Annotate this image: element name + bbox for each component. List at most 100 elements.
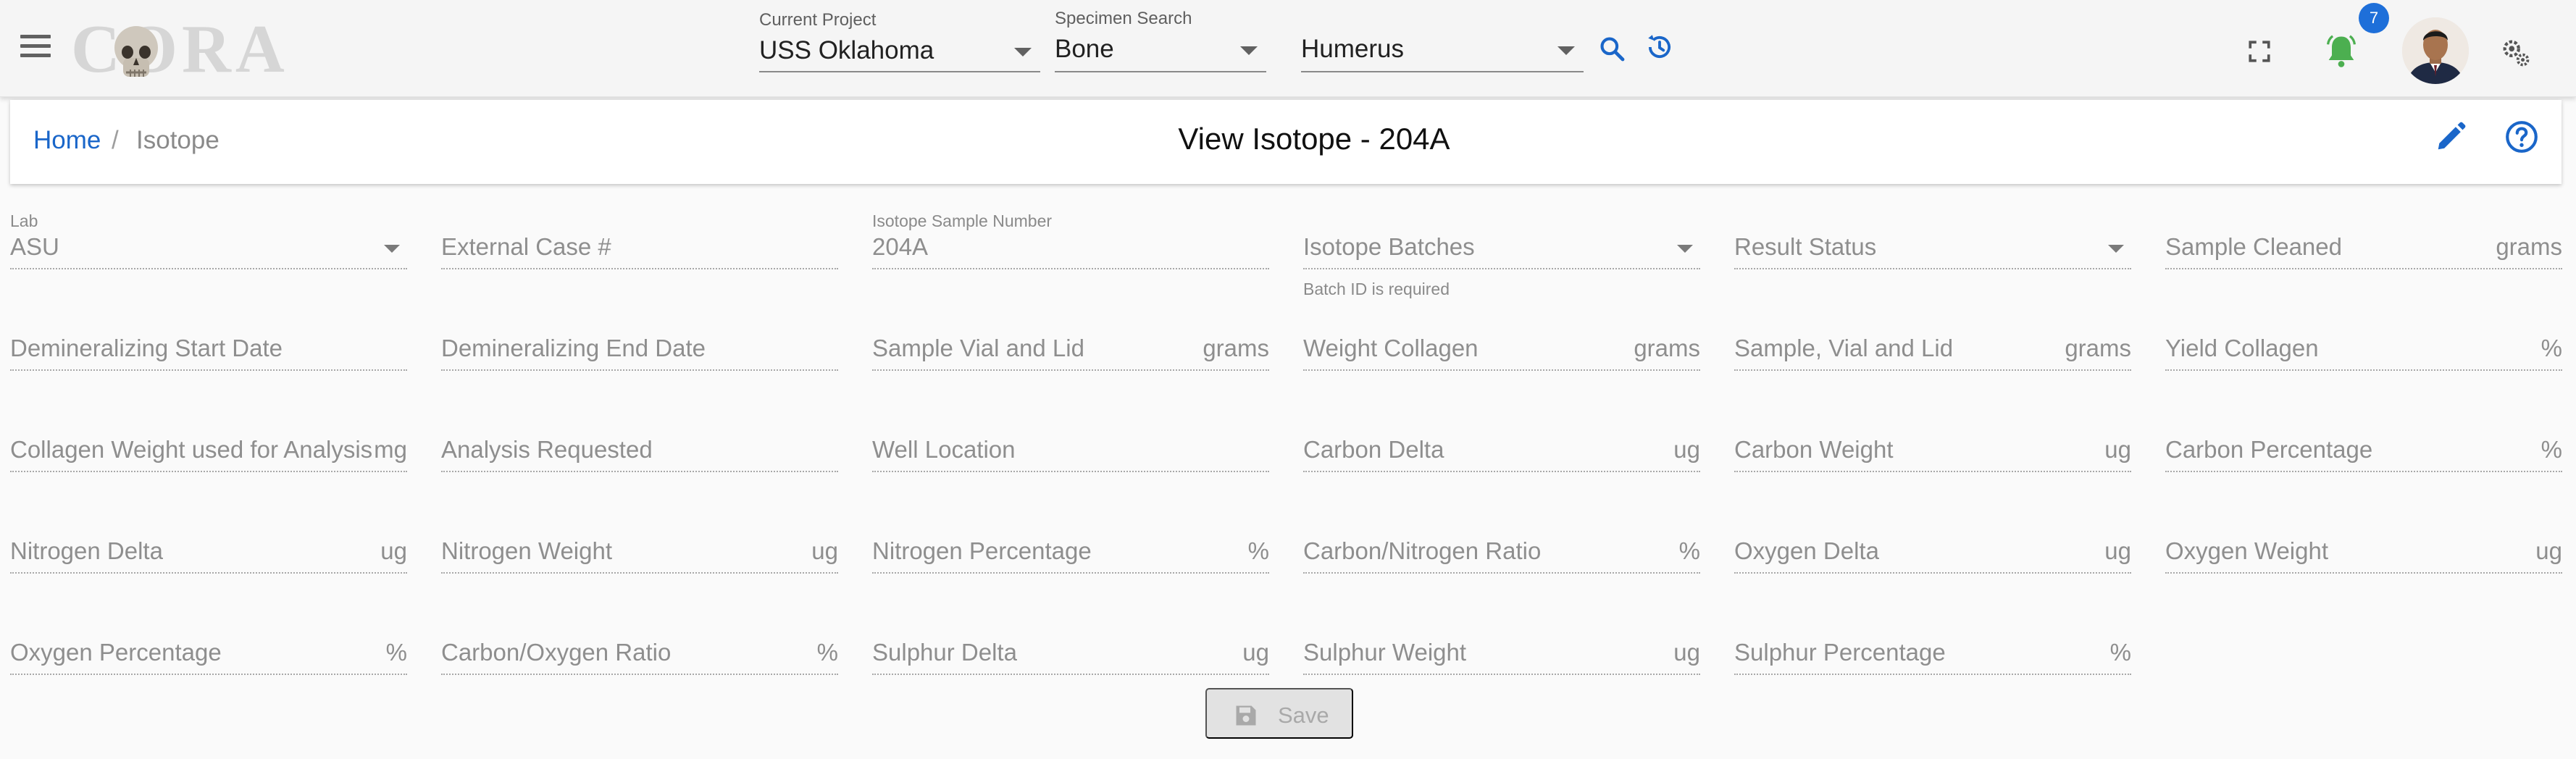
avatar[interactable] <box>2402 17 2469 84</box>
carbon-nitrogen-ratio-field[interactable]: Carbon/Nitrogen Ratio% <box>1303 521 1700 579</box>
sample-vial-and-lid-label: Sample, Vial and Lid <box>1734 335 1954 361</box>
current-project-select[interactable]: Current Project USS Oklahoma <box>759 7 1040 74</box>
collagen-weight-used-for-analysis-underline <box>10 471 407 472</box>
bell-icon[interactable] <box>2322 32 2360 70</box>
oxygen-percentage-underline <box>10 674 407 675</box>
sample-vial-and-lid-label: Sample Vial and Lid <box>872 335 1084 361</box>
sulphur-weight-field[interactable]: Sulphur Weight ug <box>1303 623 1700 681</box>
analysis-requested-underline <box>441 471 838 472</box>
current-project-label: Current Project <box>759 10 877 30</box>
chevron-down-icon <box>1240 46 1258 55</box>
sample-vial-and-lid-unit: grams <box>1203 335 1269 361</box>
nitrogen-percentage-unit: % <box>1247 537 1269 564</box>
weight-collagen-field[interactable]: Weight Collagen grams <box>1303 319 1700 377</box>
carbon-weight-field[interactable]: Carbon Weight ug <box>1734 420 2131 478</box>
collagen-weight-used-for-analysis-field[interactable]: Collagen Weight used for Analysis mg <box>10 420 407 478</box>
specimen-element-select[interactable]: Humerus <box>1301 7 1584 74</box>
carbon-weight-underline <box>1734 471 2131 472</box>
sulphur-weight-unit: ug <box>1673 639 1700 666</box>
external-case-label: External Case # <box>441 233 611 260</box>
lab-field[interactable]: Lab ASU <box>10 211 407 275</box>
lab-label: Lab <box>10 211 38 230</box>
demineralizing-end-date-field[interactable]: Demineralizing End Date <box>441 319 838 377</box>
carbon-delta-unit: ug <box>1673 436 1700 463</box>
carbon-oxygen-ratio-field[interactable]: Carbon/Oxygen Ratio% <box>441 623 838 681</box>
carbon-oxygen-ratio-underline <box>441 674 838 675</box>
sulphur-percentage-field[interactable]: Sulphur Percentage% <box>1734 623 2131 681</box>
app-logo[interactable]: CORA <box>71 14 285 84</box>
nitrogen-delta-underline <box>10 572 407 574</box>
external-case-field[interactable]: External Case # <box>441 217 838 275</box>
demineralizing-start-date-field[interactable]: Demineralizing Start Date <box>10 319 407 377</box>
chevron-down-icon <box>384 245 400 253</box>
search-icon[interactable] <box>1598 35 1626 62</box>
nitrogen-weight-unit: ug <box>811 537 838 564</box>
specimen-search-label: Specimen Search <box>1055 9 1192 28</box>
sample-cleaned-field[interactable]: Sample Cleaned grams <box>2165 217 2562 275</box>
sample-cleaned-unit: grams <box>2496 233 2562 260</box>
lab-underline <box>10 268 407 269</box>
fullscreen-icon[interactable] <box>2247 39 2272 64</box>
oxygen-weight-field[interactable]: Oxygen Weight ug <box>2165 521 2562 579</box>
isotope-sample-number-field[interactable]: Isotope Sample Number 204A <box>872 211 1269 275</box>
isotope-sample-number-underline <box>872 268 1269 269</box>
carbon-oxygen-ratio-unit: % <box>816 639 838 666</box>
oxygen-weight-label: Oxygen Weight <box>2165 537 2329 564</box>
carbon-nitrogen-ratio-label: Carbon/Nitrogen Ratio <box>1303 537 1542 564</box>
yield-collagen-field[interactable]: Yield Collagen% <box>2165 319 2562 377</box>
nitrogen-delta-label: Nitrogen Delta <box>10 537 163 564</box>
sulphur-delta-underline <box>872 674 1269 675</box>
collagen-weight-used-for-analysis-label: Collagen Weight used for Analysis <box>10 436 373 463</box>
nitrogen-weight-underline <box>441 572 838 574</box>
carbon-percentage-underline <box>2165 471 2562 472</box>
chevron-down-icon <box>2108 245 2124 253</box>
yield-collagen-label: Yield Collagen <box>2165 335 2319 361</box>
analysis-requested-field[interactable]: Analysis Requested <box>441 420 838 478</box>
settings-icon[interactable] <box>2499 36 2533 70</box>
carbon-nitrogen-ratio-unit: % <box>1678 537 1700 564</box>
save-button[interactable]: Save <box>1205 688 1353 739</box>
analysis-requested-label: Analysis Requested <box>441 436 653 463</box>
help-icon[interactable] <box>2504 119 2540 155</box>
oxygen-percentage-field[interactable]: Oxygen Percentage% <box>10 623 407 681</box>
lab-value: ASU <box>10 233 59 260</box>
chevron-down-icon <box>1014 48 1032 56</box>
result-status-label: Result Status <box>1734 233 1877 260</box>
oxygen-delta-field[interactable]: Oxygen Delta ug <box>1734 521 2131 579</box>
skull-icon <box>114 26 158 77</box>
notification-badge: 7 <box>2359 3 2389 33</box>
specimen-type-select[interactable]: Specimen Search Bone <box>1055 7 1266 74</box>
oxygen-weight-unit: ug <box>2535 537 2562 564</box>
specimen-element-value: Humerus <box>1301 35 1404 63</box>
sulphur-delta-label: Sulphur Delta <box>872 639 1017 666</box>
nitrogen-percentage-field[interactable]: Nitrogen Percentage% <box>872 521 1269 579</box>
sample-vial-and-lid-underline <box>1734 369 2131 371</box>
nitrogen-weight-field[interactable]: Nitrogen Weight ug <box>441 521 838 579</box>
well-location-field[interactable]: Well Location <box>872 420 1269 478</box>
nitrogen-delta-field[interactable]: Nitrogen Delta ug <box>10 521 407 579</box>
carbon-delta-field[interactable]: Carbon Delta ug <box>1303 420 1700 478</box>
result-status-field[interactable]: Result Status <box>1734 217 2131 275</box>
sulphur-delta-unit: ug <box>1242 639 1269 666</box>
weight-collagen-underline <box>1303 369 1700 371</box>
current-project-value: USS Oklahoma <box>759 36 934 64</box>
isotope-batches-field[interactable]: Isotope Batches Batch ID is required <box>1303 217 1700 298</box>
collagen-weight-used-for-analysis-unit: mg <box>374 436 407 463</box>
oxygen-weight-underline <box>2165 572 2562 574</box>
carbon-percentage-field[interactable]: Carbon Percentage% <box>2165 420 2562 478</box>
oxygen-percentage-unit: % <box>385 639 407 666</box>
edit-icon[interactable] <box>2434 120 2467 154</box>
sample-vial-and-lid-field[interactable]: Sample Vial and Lid grams <box>872 319 1269 377</box>
nitrogen-percentage-label: Nitrogen Percentage <box>872 537 1092 564</box>
carbon-delta-label: Carbon Delta <box>1303 436 1444 463</box>
sample-vial-and-lid-field[interactable]: Sample, Vial and Lid grams <box>1734 319 2131 377</box>
history-icon[interactable] <box>1644 32 1675 62</box>
isotope-batches-label: Isotope Batches <box>1303 233 1475 260</box>
isotope-batches-helper-text: Batch ID is required <box>1303 280 1450 298</box>
carbon-nitrogen-ratio-underline <box>1303 572 1700 574</box>
chevron-down-icon <box>1677 245 1693 253</box>
sulphur-delta-field[interactable]: Sulphur Delta ug <box>872 623 1269 681</box>
menu-icon[interactable] <box>20 35 57 64</box>
top-app-bar: CORA Current Project USS Oklahoma Specim… <box>0 0 2576 97</box>
logo-text: CORA <box>71 12 289 87</box>
